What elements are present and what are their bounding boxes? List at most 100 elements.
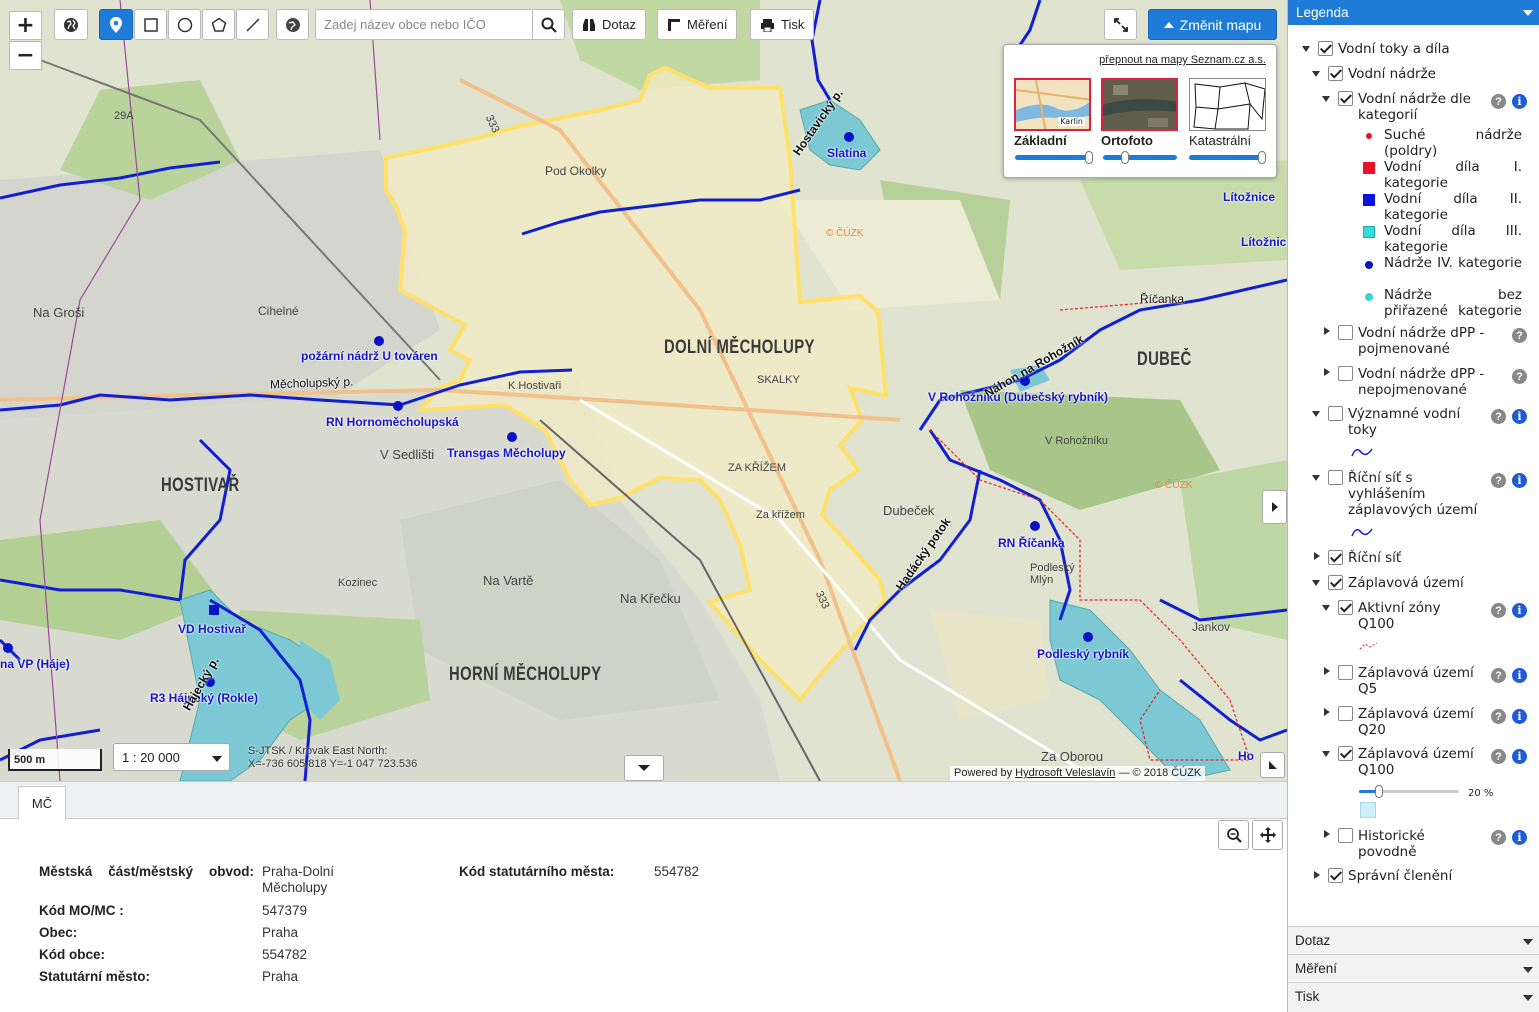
checkbox-ricni-sit[interactable] — [1328, 550, 1343, 565]
search-input[interactable] — [315, 9, 533, 40]
overview-map-button[interactable] — [1260, 752, 1285, 778]
polygon-tool-button[interactable] — [202, 9, 235, 40]
slider-knob[interactable] — [1121, 151, 1129, 164]
info-icon[interactable]: i — [1512, 473, 1527, 488]
slider-knob[interactable] — [1375, 785, 1383, 798]
expand-aktivni[interactable] — [1322, 605, 1330, 611]
basemap-cadastre-label[interactable]: Katastrální — [1189, 133, 1251, 148]
info-panel-toggle-button[interactable] — [624, 755, 664, 781]
globe-button[interactable] — [54, 9, 88, 40]
slider-knob[interactable] — [1258, 151, 1266, 164]
search-button[interactable] — [532, 9, 565, 40]
checkbox-dpp-pojm[interactable] — [1338, 325, 1353, 340]
tab-mc[interactable]: MČ — [18, 786, 66, 820]
expand-zaplavova[interactable] — [1312, 580, 1320, 586]
checkbox-q20[interactable] — [1338, 706, 1353, 721]
checkbox-ricni-sit-zapl[interactable] — [1328, 470, 1343, 485]
info-icon[interactable]: i — [1512, 409, 1527, 424]
checkbox-spravni[interactable] — [1328, 868, 1343, 883]
basemap-ortho-thumb[interactable] — [1101, 78, 1178, 131]
expand-dpp-pojm[interactable] — [1324, 327, 1330, 335]
checkbox-dpp-nepojm[interactable] — [1338, 366, 1353, 381]
circle-tool-button[interactable] — [168, 9, 201, 40]
checkbox-vodni-toky[interactable] — [1318, 41, 1333, 56]
info-icon[interactable]: i — [1512, 709, 1527, 724]
basemap-basic-label[interactable]: Základní — [1014, 133, 1067, 148]
seznam-link[interactable]: přepnout na mapy Seznam.cz a.s. — [1099, 54, 1266, 66]
expand-vodni-toky[interactable] — [1302, 46, 1310, 52]
zoom-in-button[interactable]: + — [9, 11, 42, 40]
map-canvas[interactable]: Slatina požární nádrž U továren RN Horno… — [0, 0, 1287, 781]
accordion-mereni[interactable]: Měření — [1288, 954, 1539, 981]
flood-zone-line-icon — [1359, 642, 1378, 650]
line-tool-button[interactable] — [236, 9, 269, 40]
change-map-button[interactable]: Změnit mapu — [1148, 9, 1277, 40]
checkbox-vyznamne[interactable] — [1328, 406, 1343, 421]
zoom-to-feature-button[interactable] — [1218, 820, 1249, 850]
expand-ricni-sit-zapl[interactable] — [1312, 475, 1320, 481]
ortho-opacity-slider[interactable] — [1103, 151, 1177, 164]
expand-q5[interactable] — [1324, 667, 1330, 675]
help-icon[interactable]: ? — [1512, 369, 1527, 384]
expand-nadrze-dle-kat[interactable] — [1322, 96, 1330, 102]
info-icon[interactable]: i — [1512, 749, 1527, 764]
location-button[interactable] — [276, 9, 309, 40]
label-na-varte: Na Vartě — [483, 573, 534, 588]
legend-header[interactable]: Legenda — [1288, 0, 1539, 25]
help-icon[interactable]: ? — [1491, 409, 1506, 424]
attribution-link[interactable]: Hydrosoft Veleslavín — [1015, 767, 1115, 779]
label-cihelne: Cihelné — [258, 304, 299, 318]
expand-spravni[interactable] — [1314, 871, 1320, 879]
info-icon[interactable]: i — [1512, 668, 1527, 683]
help-icon[interactable]: ? — [1491, 668, 1506, 683]
expand-historicke[interactable] — [1324, 830, 1330, 838]
checkbox-vodni-nadrze[interactable] — [1328, 66, 1343, 81]
checkbox-aktivni[interactable] — [1338, 600, 1353, 615]
basemap-basic-thumb[interactable]: Karlín — [1014, 78, 1091, 131]
info-icon[interactable]: i — [1512, 94, 1527, 109]
q100-opacity-slider[interactable] — [1359, 785, 1459, 798]
pin-tool-button[interactable] — [99, 9, 133, 40]
checkbox-nadrze-dle-kat[interactable] — [1338, 91, 1353, 106]
scale-select[interactable]: 1 : 20 000 — [113, 743, 230, 771]
label-ho: Ho — [1238, 749, 1254, 763]
info-icon[interactable]: i — [1512, 603, 1527, 618]
checkbox-historicke[interactable] — [1338, 828, 1353, 843]
help-icon[interactable]: ? — [1491, 94, 1506, 109]
legend-ricni-sit-zapl: Říční síť s vyhlášením záplavových území — [1348, 470, 1478, 518]
slider-knob[interactable] — [1085, 151, 1093, 164]
rectangle-tool-button[interactable] — [134, 9, 167, 40]
checkbox-q100[interactable] — [1338, 746, 1353, 761]
help-icon[interactable]: ? — [1512, 328, 1527, 343]
help-icon[interactable]: ? — [1491, 709, 1506, 724]
info-key-kod-obce: Kód obce: — [39, 947, 105, 962]
help-icon[interactable]: ? — [1491, 830, 1506, 845]
help-icon[interactable]: ? — [1491, 749, 1506, 764]
basemap-ortho-label[interactable]: Ortofoto — [1101, 133, 1153, 148]
pan-to-feature-button[interactable] — [1252, 820, 1283, 850]
label-podlesky-mlyn: Podleský Mlýn — [1030, 562, 1075, 586]
expand-dpp-nepojm[interactable] — [1324, 368, 1330, 376]
checkbox-q5[interactable] — [1338, 665, 1353, 680]
help-icon[interactable]: ? — [1491, 473, 1506, 488]
accordion-dotaz[interactable]: Dotaz — [1288, 926, 1539, 953]
measure-button[interactable]: Měření — [657, 9, 738, 40]
legend-collapse-button[interactable] — [1262, 490, 1287, 524]
cadastre-opacity-slider[interactable] — [1189, 151, 1266, 164]
accordion-tisk[interactable]: Tisk — [1288, 982, 1539, 1012]
expand-vodni-nadrze[interactable] — [1312, 71, 1320, 77]
help-icon[interactable]: ? — [1491, 603, 1506, 618]
query-button[interactable]: Dotaz — [572, 9, 646, 40]
expand-ricni-sit[interactable] — [1314, 552, 1320, 560]
print-button[interactable]: Tisk — [750, 9, 815, 40]
basemap-cadastre-thumb[interactable] — [1189, 78, 1266, 131]
zoom-out-button[interactable]: − — [9, 41, 42, 70]
checkbox-zaplavova[interactable] — [1328, 575, 1343, 590]
info-icon[interactable]: i — [1512, 830, 1527, 845]
expand-q100[interactable] — [1322, 751, 1330, 757]
expand-vyznamne[interactable] — [1312, 411, 1320, 417]
fullscreen-button[interactable] — [1104, 9, 1137, 40]
basic-opacity-slider[interactable] — [1015, 151, 1093, 164]
expand-q20[interactable] — [1324, 708, 1330, 716]
symbol-suche-icon — [1366, 133, 1372, 139]
